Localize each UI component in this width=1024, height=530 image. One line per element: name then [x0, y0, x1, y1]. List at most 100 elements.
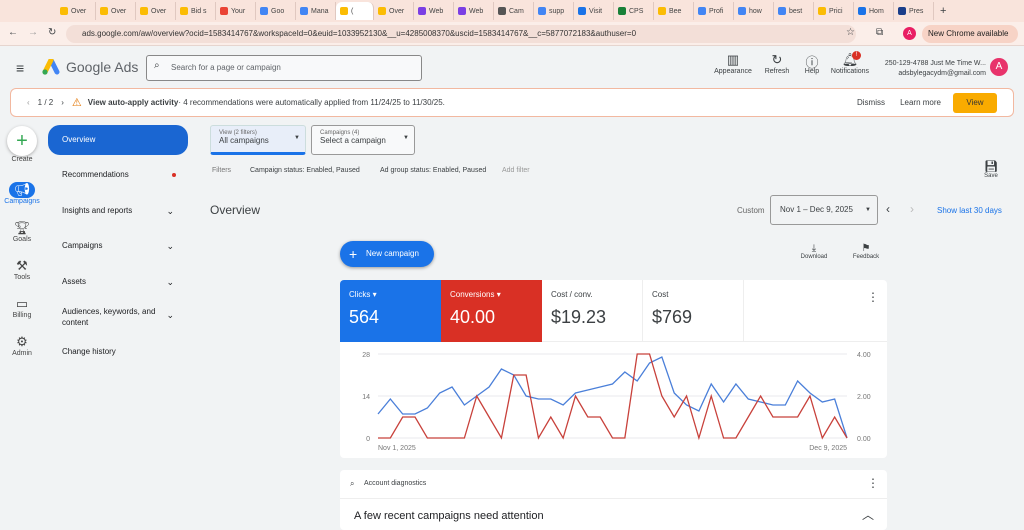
add-filter-button[interactable]: Add filter — [496, 163, 536, 179]
browser-tab[interactable]: Over — [136, 2, 176, 20]
browser-tab[interactable]: Your — [216, 2, 256, 20]
metric-tile-clicks[interactable]: Clicks ▾ 564 — [340, 280, 441, 342]
nav-insights[interactable]: Insights and reports ⌄ — [48, 196, 188, 226]
prev-range-icon[interactable]: ‹ — [886, 202, 890, 216]
tab-favicon-icon — [60, 7, 68, 15]
auto-apply-banner: ‹ 1 / 2 › ⚠ View auto-apply activity · 4… — [10, 88, 1014, 117]
bookmark-star-icon[interactable]: ☆ — [846, 27, 855, 38]
show-last-30-days-link[interactable]: Show last 30 days — [937, 206, 1002, 215]
chevron-down-icon: ⌄ — [166, 277, 174, 287]
profile-avatar[interactable]: A — [903, 27, 916, 40]
banner-title[interactable]: View auto-apply activity — [88, 98, 179, 107]
prev-icon[interactable]: ‹ — [27, 98, 30, 107]
back-icon[interactable]: ← — [8, 27, 18, 38]
browser-tab[interactable]: Profi — [694, 2, 734, 20]
view-filter-select[interactable]: View (2 filters) All campaigns ▼ — [210, 125, 306, 155]
banner-pager: 1 / 2 — [37, 98, 54, 107]
nav-change-history[interactable]: Change history — [48, 337, 188, 367]
nav-audiences[interactable]: Audiences, keywords, and content ⌄ — [48, 302, 188, 336]
download-button[interactable]: ⤓ Download — [796, 243, 832, 260]
rail-tools[interactable]: ⚒ Tools — [4, 258, 40, 281]
select-value: All campaigns — [219, 136, 269, 145]
metric-label: Conversions — [450, 290, 495, 299]
notifications-button[interactable]: 🔔︎ Notifications — [825, 52, 875, 75]
rail-goals[interactable]: 🏆︎ Goals — [4, 220, 40, 243]
notification-dot — [172, 173, 176, 177]
y-tick-right: 0.00 — [857, 436, 871, 443]
more-vert-icon[interactable]: ⋮ — [867, 290, 879, 304]
tab-title: supp — [549, 7, 565, 15]
x-tick-start: Nov 1, 2025 — [378, 445, 416, 452]
browser-tab[interactable]: Prici — [814, 2, 854, 20]
reload-icon[interactable]: ↻ — [48, 27, 56, 38]
next-icon[interactable]: › — [61, 98, 64, 107]
rail-admin[interactable]: ⚙ Admin — [4, 334, 40, 357]
filter-chip-campaign-status[interactable]: Campaign status: Enabled, Paused — [244, 163, 366, 179]
next-range-icon[interactable]: › — [910, 202, 914, 216]
date-range-value: Nov 1 – Dec 9, 2025 — [780, 205, 853, 214]
metric-tile-cost[interactable]: Cost $769 — [643, 280, 744, 342]
search-input[interactable]: Search for a page or campaign — [146, 55, 422, 81]
account-avatar[interactable]: A — [990, 58, 1008, 76]
metric-tile-cost-per-conv[interactable]: Cost / conv. $19.23 — [542, 280, 643, 342]
new-chrome-available-button[interactable]: New Chrome available — [922, 25, 1018, 43]
browser-tab[interactable]: Web — [454, 2, 494, 20]
feedback-button[interactable]: ⚑ Feedback — [848, 243, 884, 260]
date-range-select[interactable]: Nov 1 – Dec 9, 2025 ▼ — [770, 195, 878, 225]
browser-tab[interactable]: Hom — [854, 2, 894, 20]
account-info[interactable]: 250-129-4788 Just Me Time W... adsbylegac… — [878, 59, 986, 79]
credit-card-icon: ▭ — [15, 296, 29, 311]
nav-campaigns[interactable]: Campaigns ⌄ — [48, 231, 188, 261]
diagnostics-heading: A few recent campaigns need attention — [354, 510, 544, 522]
browser-tab[interactable]: Pres — [894, 2, 934, 20]
rail-create[interactable]: + Create — [4, 126, 40, 163]
rail-label: Create — [11, 156, 33, 163]
rail-billing[interactable]: ▭ Billing — [4, 296, 40, 319]
menu-icon[interactable]: ≡ — [16, 60, 24, 76]
browser-tab[interactable]: CPS — [614, 2, 654, 20]
browser-tab[interactable]: Over — [374, 2, 414, 20]
learn-more-button[interactable]: Learn more — [900, 98, 941, 107]
browser-tab[interactable]: how — [734, 2, 774, 20]
campaign-select[interactable]: Campaigns (4) Select a campaign ▼ — [311, 125, 415, 155]
browser-tab[interactable]: best — [774, 2, 814, 20]
view-button[interactable]: View — [953, 93, 997, 113]
browser-tab[interactable]: Web — [414, 2, 454, 20]
browser-tab[interactable]: Cam — [494, 2, 534, 20]
url-field[interactable]: ads.google.com/aw/overview?ocid=15834147… — [66, 25, 856, 43]
metric-tile-conversions[interactable]: Conversions ▾ 40.00 — [441, 280, 542, 342]
browser-tab[interactable]: Over — [96, 2, 136, 20]
tab-favicon-icon — [180, 7, 188, 15]
forward-icon[interactable]: → — [28, 27, 38, 38]
appearance-button[interactable]: ▥ Appearance — [708, 52, 758, 75]
tab-title: Profi — [709, 7, 724, 15]
y-tick-left: 28 — [362, 352, 370, 359]
more-vert-icon[interactable]: ⋮ — [867, 476, 879, 490]
nav-overview[interactable]: Overview — [48, 125, 188, 155]
create-plus-icon: + — [7, 126, 37, 156]
new-tab-icon[interactable]: + — [940, 5, 946, 17]
browser-tab[interactable]: Visit — [574, 2, 614, 20]
save-button[interactable]: 💾︎ Save — [984, 160, 998, 179]
browser-tab[interactable]: Bid s — [176, 2, 216, 20]
browser-tab[interactable]: Mana — [296, 2, 336, 20]
bell-icon: 🔔︎ — [841, 52, 859, 67]
nav-recommendations[interactable]: Recommendations — [48, 160, 188, 190]
browser-tab[interactable]: Goo — [256, 2, 296, 20]
tab-search-icon[interactable]: ⧉ — [876, 27, 883, 38]
chevron-up-icon[interactable]: ︿ — [862, 506, 874, 523]
tab-title: Goo — [271, 7, 285, 15]
browser-tab[interactable]: supp — [534, 2, 574, 20]
tab-favicon-icon — [898, 7, 906, 15]
new-campaign-button[interactable]: + New campaign — [340, 241, 434, 267]
rail-campaigns[interactable]: 📢︎ Campaigns — [4, 182, 40, 205]
nav-assets[interactable]: Assets ⌄ — [48, 267, 188, 297]
filter-chip-ad-group-status[interactable]: Ad group status: Enabled, Paused — [374, 163, 493, 179]
dismiss-button[interactable]: Dismiss — [857, 98, 885, 107]
browser-tab[interactable]: Over — [56, 2, 96, 20]
browser-tab[interactable]: ( — [336, 2, 374, 20]
tab-title: Hom — [869, 7, 884, 15]
tab-title: best — [789, 7, 803, 15]
browser-tab[interactable]: Bee — [654, 2, 694, 20]
notification-badge: ! — [852, 51, 861, 60]
